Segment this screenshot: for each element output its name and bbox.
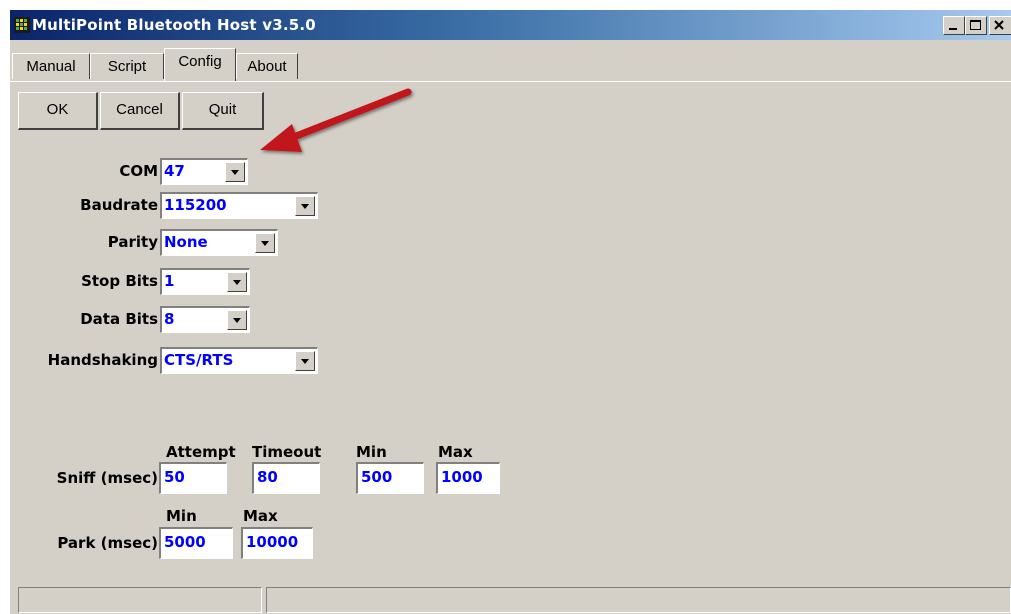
handshaking-value: CTS/RTS	[164, 351, 234, 369]
tab-config[interactable]: Config	[164, 48, 236, 81]
tab-about[interactable]: About	[236, 53, 298, 79]
sniff-min-header: Min	[356, 443, 387, 461]
handshaking-label: Handshaking	[47, 351, 158, 369]
sniff-attempt-field[interactable]: 50	[159, 462, 227, 494]
park-max-header: Max	[243, 507, 278, 525]
park-min-value: 5000	[164, 533, 206, 551]
annotation-arrow-icon	[260, 88, 412, 152]
status-panel-left	[18, 587, 262, 613]
chevron-down-icon[interactable]	[295, 351, 315, 371]
status-panel-right	[266, 587, 1011, 613]
park-min-header: Min	[166, 507, 197, 525]
chevron-down-icon[interactable]	[227, 310, 247, 330]
data-bits-select[interactable]: 8	[160, 306, 250, 333]
sniff-timeout-value: 80	[257, 468, 278, 486]
sniff-max-field[interactable]: 1000	[436, 462, 500, 494]
minimize-button[interactable]	[943, 16, 965, 35]
handshaking-select[interactable]: CTS/RTS	[160, 347, 318, 374]
sniff-max-value: 1000	[441, 468, 483, 486]
cancel-button[interactable]: Cancel	[100, 92, 180, 130]
tab-script[interactable]: Script	[90, 53, 164, 79]
com-value: 47	[164, 162, 185, 180]
data-bits-label: Data Bits	[80, 310, 158, 328]
park-max-value: 10000	[246, 533, 299, 551]
sniff-max-header: Max	[438, 443, 473, 461]
tab-manual[interactable]: Manual	[12, 53, 90, 79]
sniff-timeout-field[interactable]: 80	[252, 462, 320, 494]
chevron-down-icon[interactable]	[255, 233, 275, 253]
baudrate-value: 115200	[164, 196, 227, 214]
chevron-down-icon[interactable]	[227, 272, 247, 292]
sniff-attempt-value: 50	[164, 468, 185, 486]
sniff-timeout-header: Timeout	[252, 443, 322, 461]
stop-bits-select[interactable]: 1	[160, 268, 250, 295]
stop-bits-value: 1	[164, 272, 175, 290]
window-title: MultiPoint Bluetooth Host v3.5.0	[32, 16, 316, 34]
chevron-down-icon[interactable]	[295, 196, 315, 216]
maximize-icon	[970, 20, 981, 30]
app-window: MultiPoint Bluetooth Host v3.5.0 Manual …	[8, 8, 1011, 614]
tab-bar: Manual Script Config About	[10, 48, 1011, 82]
com-select[interactable]: 47	[160, 158, 248, 185]
tab-panel-border	[10, 81, 1011, 82]
close-button[interactable]	[989, 16, 1011, 35]
close-icon	[994, 20, 1004, 30]
com-label: COM	[119, 162, 158, 180]
minimize-icon	[949, 28, 957, 30]
park-max-field[interactable]: 10000	[241, 527, 313, 559]
parity-value: None	[164, 233, 208, 251]
sniff-label: Sniff (msec)	[56, 469, 158, 487]
parity-select[interactable]: None	[160, 229, 278, 256]
sniff-attempt-header: Attempt	[166, 443, 236, 461]
data-bits-value: 8	[164, 310, 175, 328]
sniff-min-value: 500	[361, 468, 393, 486]
parity-label: Parity	[107, 233, 158, 251]
maximize-button[interactable]	[965, 16, 987, 35]
title-bar[interactable]: MultiPoint Bluetooth Host v3.5.0	[10, 10, 1011, 40]
stop-bits-label: Stop Bits	[81, 272, 158, 290]
sniff-min-field[interactable]: 500	[356, 462, 424, 494]
baudrate-select[interactable]: 115200	[160, 192, 318, 219]
ok-button[interactable]: OK	[18, 92, 98, 130]
park-min-field[interactable]: 5000	[159, 527, 233, 559]
park-label: Park (msec)	[57, 534, 158, 552]
bluetooth-app-icon	[14, 17, 30, 33]
baudrate-label: Baudrate	[80, 196, 158, 214]
